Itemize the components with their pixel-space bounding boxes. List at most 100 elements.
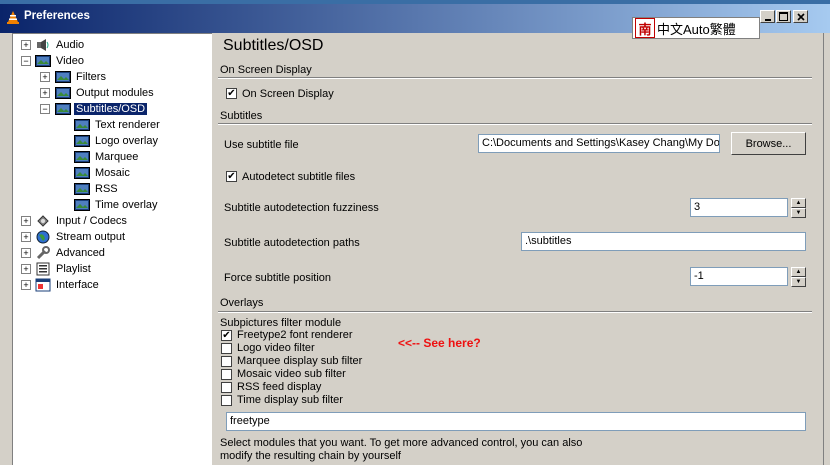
right-edge-scrollbar[interactable] xyxy=(823,33,830,465)
expand-toggle-icon[interactable]: + xyxy=(21,248,31,258)
filter-checkbox[interactable] xyxy=(221,382,232,393)
close-button[interactable] xyxy=(793,10,808,23)
tree-item-label: Advanced xyxy=(56,246,105,259)
use-subtitle-file-label: Use subtitle file xyxy=(224,139,299,151)
title-bar: Preferences 南 中文Auto繁體 xyxy=(0,0,830,39)
spin-up-icon[interactable]: ▲ xyxy=(791,198,806,208)
tree-item-label: Audio xyxy=(56,38,85,51)
section-overlays: Overlays xyxy=(220,297,264,309)
collapse-toggle-icon[interactable]: − xyxy=(21,56,31,66)
browse-button[interactable]: Browse... xyxy=(731,132,806,155)
subpictures-label: Subpictures filter module xyxy=(220,317,342,329)
filter-checkbox[interactable] xyxy=(221,356,232,367)
filter-chain-input[interactable]: freetype xyxy=(226,412,806,431)
wrench-icon xyxy=(35,245,51,260)
subtitle-file-input[interactable]: C:\Documents and Settings\Kasey Chang\My… xyxy=(478,134,720,153)
fuzziness-input[interactable]: 3 xyxy=(690,198,788,217)
video-icon xyxy=(55,102,71,116)
tree-item-label: Subtitles/OSD xyxy=(74,102,148,115)
tree-item[interactable]: Time overlay xyxy=(74,197,160,212)
tree-item[interactable]: Filters xyxy=(55,69,108,84)
video-icon xyxy=(35,54,51,68)
spin-up-icon[interactable]: ▲ xyxy=(791,267,806,277)
playlist-icon xyxy=(35,262,51,276)
tree-item[interactable]: Advanced xyxy=(35,245,107,260)
force-position-input[interactable]: -1 xyxy=(690,267,788,286)
expand-toggle-icon[interactable]: + xyxy=(21,232,31,242)
osd-checkbox[interactable]: ✔ xyxy=(226,88,237,99)
globe-icon xyxy=(35,230,51,244)
filter-checkbox[interactable]: ✔ xyxy=(221,330,232,341)
tree-item[interactable]: Text renderer xyxy=(74,117,162,132)
preferences-tree[interactable]: + Audio − Video + Filters + Output modules − Subt… xyxy=(12,33,212,465)
filter-label: Freetype2 font renderer xyxy=(237,329,353,341)
filter-label: RSS feed display xyxy=(237,381,322,393)
expand-toggle-icon[interactable]: + xyxy=(40,88,50,98)
tree-item[interactable]: RSS xyxy=(74,181,120,196)
speaker-icon xyxy=(35,38,51,52)
tree-item-label: Marquee xyxy=(95,150,139,163)
paths-input[interactable]: .\subtitles xyxy=(521,232,806,251)
filter-checkbox[interactable] xyxy=(221,343,232,354)
tree-item[interactable]: Output modules xyxy=(55,85,156,100)
tree-item-label: Interface xyxy=(56,278,99,291)
tree-item-label: Input / Codecs xyxy=(56,214,127,227)
video-icon xyxy=(74,134,90,148)
filter-checkbox[interactable] xyxy=(221,395,232,406)
interface-icon xyxy=(35,278,51,292)
expand-toggle-icon[interactable]: + xyxy=(21,280,31,290)
video-icon xyxy=(74,198,90,212)
video-icon xyxy=(74,182,90,196)
video-icon xyxy=(55,86,71,100)
autodetect-checkbox[interactable]: ✔ xyxy=(226,171,237,182)
tree-item[interactable]: Subtitles/OSD xyxy=(55,101,148,116)
tree-item[interactable]: Logo overlay xyxy=(74,133,160,148)
section-osd: On Screen Display xyxy=(220,64,312,76)
paths-label: Subtitle autodetection paths xyxy=(224,237,360,249)
expand-toggle-icon[interactable]: + xyxy=(40,72,50,82)
spin-down-icon[interactable]: ▼ xyxy=(791,208,806,218)
expand-toggle-icon[interactable]: + xyxy=(21,264,31,274)
minimize-icon xyxy=(764,18,771,21)
page-title: Subtitles/OSD xyxy=(223,37,324,54)
maximize-button[interactable] xyxy=(776,10,791,23)
filter-checkbox[interactable] xyxy=(221,369,232,380)
tree-item[interactable]: Playlist xyxy=(35,261,93,276)
video-icon xyxy=(74,150,90,164)
window-title: Preferences xyxy=(24,10,90,22)
tree-item-label: Filters xyxy=(76,70,106,83)
tree-item[interactable]: Video xyxy=(35,53,86,68)
tree-item-label: Stream output xyxy=(56,230,126,243)
fuzziness-spinner[interactable]: ▲ ▼ xyxy=(791,198,806,218)
section-subtitles: Subtitles xyxy=(220,110,263,122)
minimize-button[interactable] xyxy=(760,10,775,23)
divider-overlays xyxy=(218,311,812,313)
tree-item-label: Playlist xyxy=(56,262,91,275)
tree-item[interactable]: Mosaic xyxy=(74,165,132,180)
tree-item[interactable]: Interface xyxy=(35,277,101,292)
tree-item-label: Output modules xyxy=(76,86,154,99)
video-icon xyxy=(74,166,90,180)
tree-item-label: Logo overlay xyxy=(95,134,158,147)
vlc-cone-icon xyxy=(7,11,19,24)
spin-down-icon[interactable]: ▼ xyxy=(791,277,806,287)
tree-item-label: Video xyxy=(56,54,84,67)
help-text-line1: Select modules that you want. To get mor… xyxy=(220,437,583,449)
help-text-line2: modify the resulting chain by yourself xyxy=(220,450,401,462)
expand-toggle-icon[interactable]: + xyxy=(21,40,31,50)
tree-item-label: Time overlay xyxy=(95,198,158,211)
codecs-icon xyxy=(35,214,51,228)
tree-item[interactable]: Input / Codecs xyxy=(35,213,129,228)
collapse-toggle-icon[interactable]: − xyxy=(40,104,50,114)
expand-toggle-icon[interactable]: + xyxy=(21,216,31,226)
tree-item[interactable]: Audio xyxy=(35,37,86,52)
tree-item[interactable]: Stream output xyxy=(35,229,127,244)
tree-item[interactable]: Marquee xyxy=(74,149,140,164)
filter-label: Marquee display sub filter xyxy=(237,355,363,367)
close-icon xyxy=(796,12,805,21)
annotation-see-here: <<-- See here? xyxy=(398,336,481,350)
filter-label: Time display sub filter xyxy=(237,394,343,406)
autodetect-label: Autodetect subtitle files xyxy=(242,171,356,183)
maximize-icon xyxy=(779,12,788,21)
force-position-spinner[interactable]: ▲ ▼ xyxy=(791,267,806,287)
